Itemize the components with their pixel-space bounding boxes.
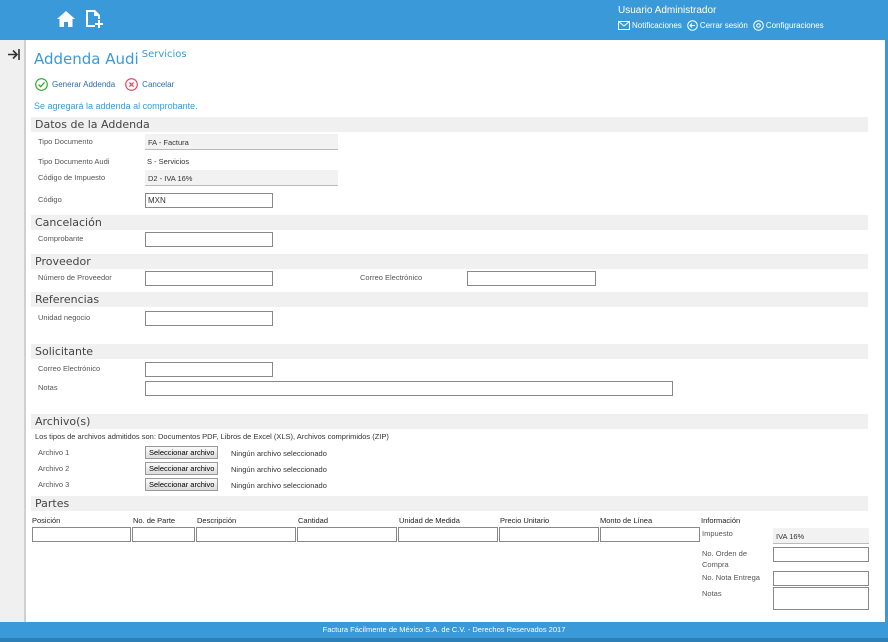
codigo-input[interactable] [145,193,273,208]
tipo-documento-value: FA - Factura [145,134,338,150]
page-subtitle: Servicios [141,49,187,60]
page-title: Addenda Audi Servicios [34,49,187,68]
posicion-input[interactable] [32,527,131,542]
archivo-2-label: Archivo 2 [38,464,70,473]
tipo-documento-audi-label: Tipo Documento Audi [38,157,110,166]
section-datos: Datos de la Addenda [31,117,868,132]
column-header-no-parte: No. de Parte [133,516,176,525]
unidad-negocio-input[interactable] [145,311,273,326]
section-proveedor: Proveedor [31,254,868,269]
info-note: Se agregará la addenda al comprobante. [34,101,198,111]
logout-icon [687,20,698,31]
archivo-3-label: Archivo 3 [38,480,70,489]
archivo-1-select-button[interactable]: Seleccionar archivo [145,446,219,459]
home-icon[interactable] [56,10,76,28]
archivo-2-select-button[interactable]: Seleccionar archivo [145,462,219,475]
impuesto-value: IVA 16% [773,528,869,544]
notas-solicitante-input[interactable] [145,381,673,396]
notas-info-textarea[interactable] [773,587,869,610]
footer: Factura Fácilmente de México S.A. de C.V… [0,622,888,642]
descripcion-input[interactable] [196,527,296,542]
section-cancelacion: Cancelación [31,215,868,230]
new-document-icon[interactable] [84,8,104,29]
section-partes: Partes [31,496,868,511]
section-referencias-title: Referencias [35,293,100,306]
orden-compra-input[interactable] [773,547,869,562]
codigo-label: Código [38,195,62,204]
top-links: Notificaciones Cerrar sesión Configuraci… [618,20,824,31]
correo-proveedor-label: Correo Electrónico [360,273,423,282]
comprobante-label: Comprobante [38,234,84,243]
settings-link[interactable]: Configuraciones [753,20,824,31]
notifications-link[interactable]: Notificaciones [618,21,682,30]
comprobante-input[interactable] [145,232,273,247]
column-header-descripcion: Descripción [197,516,237,525]
nota-entrega-input[interactable] [773,571,869,586]
check-circle-icon [35,78,48,91]
expand-icon[interactable] [7,48,20,61]
top-bar: Usuario Administrador Notificaciones Cer… [0,0,888,40]
section-solicitante: Solicitante [31,344,868,359]
precio-unitario-input[interactable] [499,527,599,542]
mail-icon [618,21,630,30]
page-title-text: Addenda Audi [34,50,139,68]
correo-proveedor-input[interactable] [467,271,596,286]
cancel-label: Cancelar [142,80,175,89]
archivo-3-status: Ningún archivo seleccionado [231,481,327,490]
nota-entrega-label: No. Nota Entrega [702,573,760,582]
cantidad-input[interactable] [297,527,397,542]
column-header-monto-linea: Monto de Línea [600,516,653,525]
orden-compra-label: No. Orden de Compra [702,549,748,569]
cancel-circle-icon [125,78,139,91]
footer-bottom-bar [0,638,888,642]
monto-linea-input[interactable] [600,527,700,542]
unidad-medida-input[interactable] [398,527,498,542]
notifications-label: Notificaciones [632,21,682,30]
archivo-1-status: Ningún archivo seleccionado [231,449,327,458]
correo-solicitante-input[interactable] [145,362,273,377]
user-name[interactable]: Usuario Administrador [618,5,716,16]
section-solicitante-title: Solicitante [35,345,94,358]
column-header-cantidad: Cantidad [298,516,329,525]
tipo-documento-label: Tipo Documento [38,137,93,146]
notas-info-label: Notas [702,589,722,598]
generate-addenda-button[interactable]: Generar Addenda [35,78,115,91]
codigo-impuesto-label: Código de Impuesto [38,173,106,182]
archivo-3-select-button[interactable]: Seleccionar archivo [145,478,219,491]
notas-solicitante-label: Notas [38,383,58,392]
impuesto-label: Impuesto [702,529,733,538]
logout-link[interactable]: Cerrar sesión [687,20,748,31]
cancel-button[interactable]: Cancelar [125,78,174,91]
column-header-posicion: Posición [32,516,61,525]
section-referencias: Referencias [31,292,868,307]
action-bar: Generar Addenda Cancelar [35,78,174,91]
settings-icon [753,20,764,31]
side-strip [0,40,26,622]
numero-proveedor-input[interactable] [145,271,273,286]
archivo-1-label: Archivo 1 [38,448,70,457]
section-archivos-title: Archivo(s) [35,415,91,428]
logout-label: Cerrar sesión [699,21,748,30]
tipo-documento-audi-value: S - Servicios [147,157,190,166]
section-proveedor-title: Proveedor [35,255,91,268]
footer-text: Factura Fácilmente de México S.A. de C.V… [322,625,566,634]
section-partes-title: Partes [35,497,70,510]
codigo-impuesto-value: D2 - IVA 16% [145,170,338,186]
numero-proveedor-label: Número de Proveedor [38,273,112,282]
settings-label: Configuraciones [765,21,824,30]
section-archivos: Archivo(s) [31,414,868,429]
column-header-precio-unitario: Precio Unitario [500,516,550,525]
no-parte-input[interactable] [132,527,195,542]
column-header-unidad-medida: Unidad de Medida [399,516,460,525]
section-cancelacion-title: Cancelación [35,216,102,229]
unidad-negocio-label: Unidad negocio [38,313,91,322]
section-datos-title: Datos de la Addenda [35,118,150,131]
archivo-2-status: Ningún archivo seleccionado [231,465,327,474]
generate-addenda-label: Generar Addenda [52,80,116,89]
column-header-informacion: Información [701,516,741,525]
archivos-description: Los tipos de archivos admitidos son: Doc… [35,432,389,441]
correo-solicitante-label: Correo Electrónico [38,364,101,373]
